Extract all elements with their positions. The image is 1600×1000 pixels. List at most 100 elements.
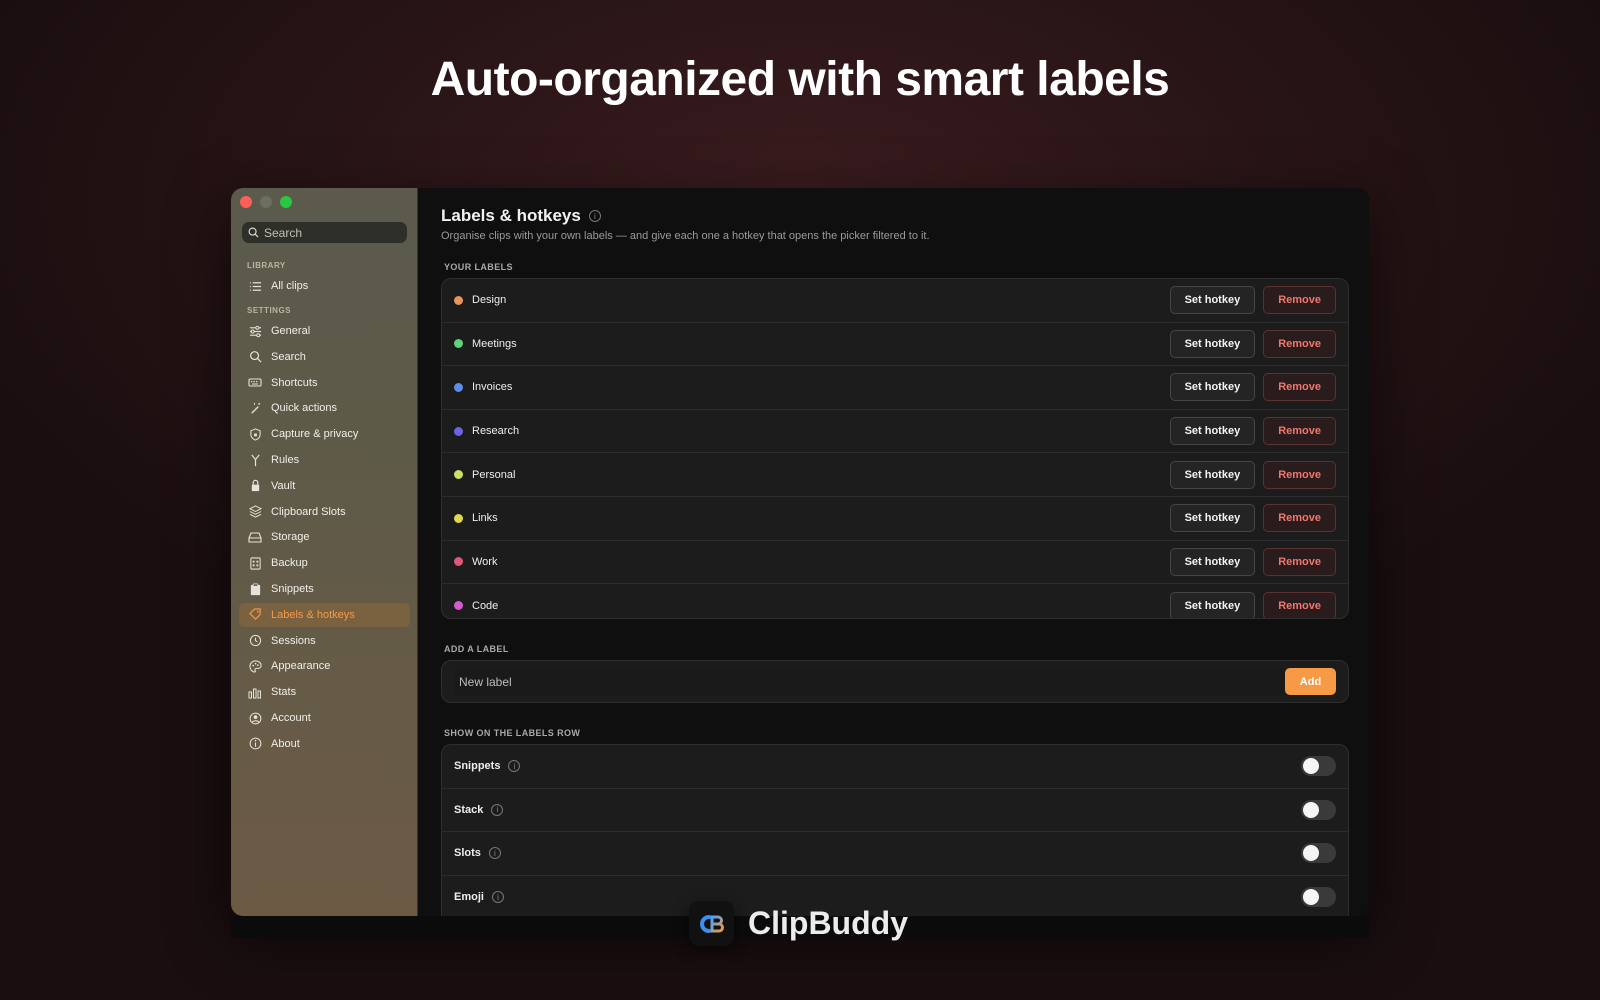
toggle-switch[interactable] xyxy=(1301,887,1336,908)
set-hotkey-button[interactable]: Set hotkey xyxy=(1169,460,1256,489)
set-hotkey-button[interactable]: Set hotkey xyxy=(1169,329,1256,358)
remove-label-button[interactable]: Remove xyxy=(1263,417,1336,446)
toggle-label: Snippets xyxy=(454,760,501,773)
label-row: Links Set hotkey Remove xyxy=(442,497,1348,541)
new-label-input[interactable] xyxy=(454,667,1285,696)
label-row: Research Set hotkey Remove xyxy=(442,410,1348,454)
list-icon xyxy=(248,279,262,293)
toggle-knob xyxy=(1303,758,1319,775)
info-icon[interactable]: i xyxy=(491,891,504,904)
minimize-button[interactable] xyxy=(260,196,272,208)
label-name: Links xyxy=(472,512,498,525)
sidebar-item-label: All clips xyxy=(271,280,309,292)
set-hotkey-button[interactable]: Set hotkey xyxy=(1169,373,1256,402)
sidebar-item-label: Search xyxy=(271,350,306,363)
toggle-label: Stack xyxy=(454,803,484,816)
sidebar-item-label: Appearance xyxy=(271,660,331,673)
toggle-switch[interactable] xyxy=(1301,756,1336,777)
sidebar-item-snippets[interactable]: Snippets xyxy=(239,577,410,601)
sidebar-item-label: Shortcuts xyxy=(271,376,318,389)
sidebar-item-label: Sessions xyxy=(271,634,316,647)
sidebar-item-shortcuts[interactable]: Shortcuts xyxy=(239,371,410,395)
sidebar-item-general[interactable]: General xyxy=(239,319,410,343)
sidebar-item-capture-privacy[interactable]: Capture & privacy xyxy=(239,422,410,446)
set-hotkey-button[interactable]: Set hotkey xyxy=(1169,417,1256,446)
label-name: Code xyxy=(472,599,499,612)
label-row: Design Set hotkey Remove xyxy=(442,279,1348,323)
sidebar-item-storage[interactable]: Storage xyxy=(239,525,410,549)
shield-icon xyxy=(248,427,262,441)
toggle-label: Slots xyxy=(454,847,481,860)
set-hotkey-button[interactable]: Set hotkey xyxy=(1169,591,1256,618)
sliders-icon xyxy=(248,324,262,338)
label-row: Personal Set hotkey Remove xyxy=(442,453,1348,497)
label-color-dot xyxy=(454,295,463,305)
toggle-label: Emoji xyxy=(454,891,484,904)
label-name: Invoices xyxy=(472,381,513,394)
sidebar-item-labels-hotkeys[interactable]: Labels & hotkeys xyxy=(239,602,410,627)
sidebar-item-appearance[interactable]: Appearance xyxy=(239,654,410,678)
zoom-button[interactable] xyxy=(280,196,292,208)
toggle-knob xyxy=(1303,845,1319,862)
sidebar-item-label: Backup xyxy=(271,557,308,570)
sidebar-item-account[interactable]: Account xyxy=(239,706,410,730)
search-icon xyxy=(248,227,259,238)
sidebar-item-label: Vault xyxy=(271,479,296,492)
sidebar-item-sessions[interactable]: Sessions xyxy=(239,629,410,653)
label-name: Design xyxy=(472,294,507,307)
remove-label-button[interactable]: Remove xyxy=(1263,504,1336,533)
info-icon[interactable]: i xyxy=(588,210,601,222)
sidebar-item-label: Quick actions xyxy=(271,402,338,415)
remove-label-button[interactable]: Remove xyxy=(1263,591,1336,618)
label-color-dot xyxy=(454,382,463,392)
sidebar-item-label: Account xyxy=(271,712,311,724)
set-hotkey-button[interactable]: Set hotkey xyxy=(1169,504,1256,533)
main-panel: Labels & hotkeys i Organise clips with y… xyxy=(419,188,1369,916)
clipboard-icon xyxy=(248,582,262,596)
label-row: Work Set hotkey Remove xyxy=(442,541,1348,585)
sidebar-item-label: Capture & privacy xyxy=(271,428,359,441)
toggle-row: Stack i xyxy=(442,789,1348,833)
sidebar-item-all-clips[interactable]: All clips xyxy=(239,274,410,298)
toggle-switch[interactable] xyxy=(1301,799,1336,820)
set-hotkey-button[interactable]: Set hotkey xyxy=(1169,547,1256,576)
labels-row-toggles: Snippets i Stack i Slots i Emoji i xyxy=(441,744,1349,916)
remove-label-button[interactable]: Remove xyxy=(1263,329,1336,358)
toggle-switch[interactable] xyxy=(1301,843,1336,864)
sidebar-item-rules[interactable]: Rules xyxy=(239,448,410,472)
search-input[interactable] xyxy=(264,225,404,240)
sidebar-item-search[interactable]: Search xyxy=(239,345,410,369)
remove-label-button[interactable]: Remove xyxy=(1263,286,1336,315)
sidebar-item-backup[interactable]: Backup xyxy=(239,551,410,575)
remove-label-button[interactable]: Remove xyxy=(1263,460,1336,489)
info-icon[interactable]: i xyxy=(491,803,504,816)
labels-row-heading: SHOW ON THE LABELS ROW xyxy=(444,728,581,738)
backup-icon xyxy=(248,556,262,570)
sidebar-item-label: Clipboard Slots xyxy=(271,505,346,518)
add-label-button[interactable]: Add xyxy=(1285,668,1336,695)
sidebar-item-label: General xyxy=(271,325,311,337)
sidebar-item-vault[interactable]: Vault xyxy=(239,474,410,498)
page-title: Labels & hotkeys i xyxy=(441,206,601,226)
your-labels-heading: YOUR LABELS xyxy=(444,262,513,272)
close-button[interactable] xyxy=(240,196,252,208)
info-icon[interactable]: i xyxy=(488,847,501,860)
app-window: LIBRARY All clips SETTINGS General Search… xyxy=(231,188,1369,916)
sidebar-item-quick-actions[interactable]: Quick actions xyxy=(239,396,410,420)
library-section-label: LIBRARY xyxy=(247,261,286,270)
tag-icon xyxy=(248,608,262,622)
sidebar-item-about[interactable]: About xyxy=(239,732,410,756)
info-icon[interactable]: i xyxy=(508,760,521,773)
label-name: Personal xyxy=(472,468,516,481)
sidebar-item-stats[interactable]: Stats xyxy=(239,680,410,704)
remove-label-button[interactable]: Remove xyxy=(1263,373,1336,402)
keyboard-icon xyxy=(248,376,262,390)
layers-icon xyxy=(248,505,262,519)
set-hotkey-button[interactable]: Set hotkey xyxy=(1169,286,1256,315)
brand-name: ClipBuddy xyxy=(748,905,908,941)
label-color-dot xyxy=(454,513,463,523)
label-name: Work xyxy=(472,555,498,568)
label-row: Invoices Set hotkey Remove xyxy=(442,366,1348,410)
sidebar-item-clipboard-slots[interactable]: Clipboard Slots xyxy=(239,500,410,524)
remove-label-button[interactable]: Remove xyxy=(1263,547,1336,576)
